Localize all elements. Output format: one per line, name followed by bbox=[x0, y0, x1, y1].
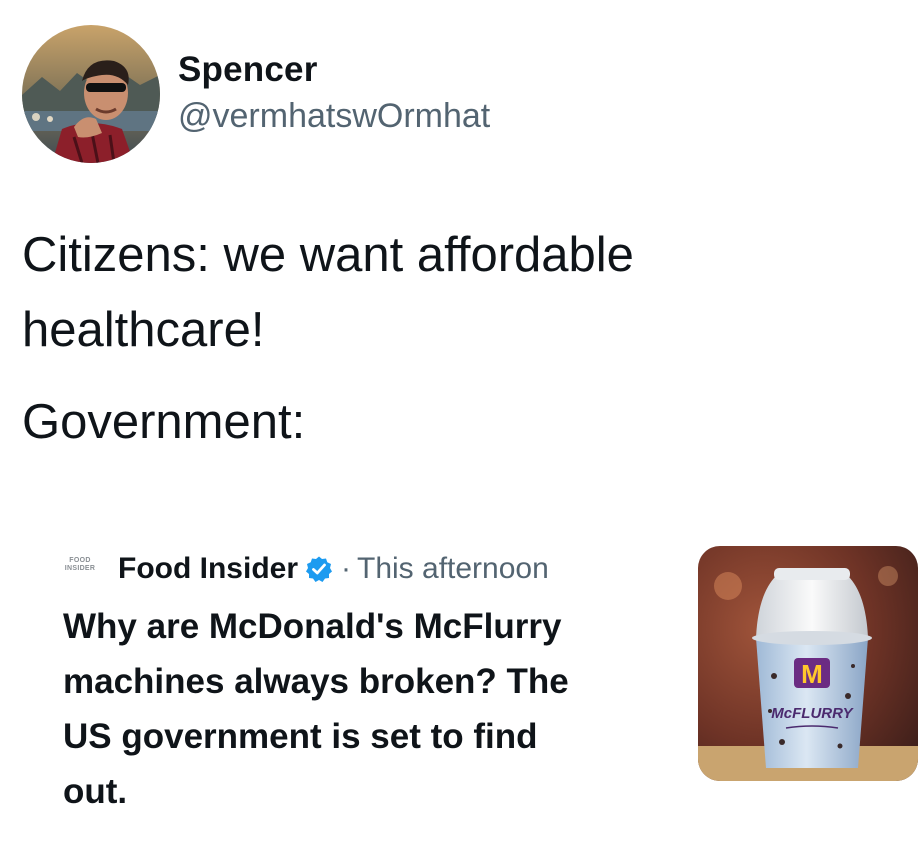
svg-text:McFLURRY: McFLURRY bbox=[771, 705, 854, 722]
author-handle[interactable]: @vermhatswOrmhat bbox=[178, 97, 490, 136]
logo-text-food: FOOD bbox=[69, 557, 91, 564]
svg-text:M: M bbox=[801, 659, 823, 689]
logo-text-insider: INSIDER bbox=[64, 565, 96, 572]
verified-badge-icon bbox=[305, 555, 333, 583]
profile-photo bbox=[22, 25, 160, 163]
mcflurry-cup-image: M McFLURRY bbox=[698, 546, 918, 781]
separator-dot: · bbox=[341, 552, 351, 585]
tweet-line: healthcare! bbox=[22, 303, 265, 357]
tweet-line: Government: bbox=[22, 395, 306, 449]
headline-thumbnail[interactable]: M McFLURRY bbox=[698, 546, 918, 781]
quoted-source-row: Food Insider · This afternoon bbox=[118, 547, 549, 591]
quoted-headline[interactable]: Why are McDonald's McFlurry machines alw… bbox=[63, 599, 673, 819]
food-insider-logo: FOOD INSIDER bbox=[63, 557, 97, 573]
headline-line: Why are McDonald's McFlurry bbox=[63, 607, 562, 646]
author-avatar[interactable] bbox=[22, 25, 160, 163]
headline-line: out. bbox=[63, 772, 128, 811]
post-time[interactable]: This afternoon bbox=[357, 552, 549, 586]
headline-line: machines always broken? The bbox=[63, 662, 569, 701]
source-name[interactable]: Food Insider bbox=[118, 552, 298, 586]
tweet-text: Citizens: we want affordable healthcare!… bbox=[22, 218, 882, 460]
headline-line: US government is set to find bbox=[63, 717, 538, 756]
author-display-name[interactable]: Spencer bbox=[178, 50, 318, 90]
tweet-line: Citizens: we want affordable bbox=[22, 228, 634, 282]
